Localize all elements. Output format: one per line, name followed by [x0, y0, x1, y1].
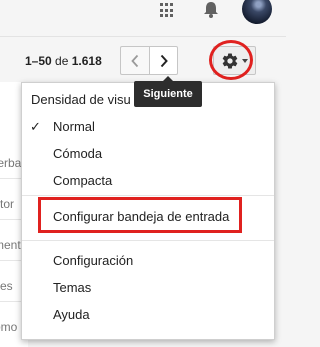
tooltip-label: Siguiente: [143, 88, 193, 100]
chevron-left-icon: [131, 54, 139, 67]
bell-icon[interactable]: [201, 0, 221, 20]
settings-menu: Densidad de visu ✓ Normal Cómoda Compact…: [21, 82, 275, 340]
page-range: 1–50: [25, 54, 52, 68]
annotation-circle: [209, 40, 253, 80]
menu-divider: [22, 240, 274, 241]
list-item: ves: [0, 279, 13, 293]
list-item: ment: [0, 238, 21, 252]
avatar[interactable]: [242, 0, 272, 24]
settings-item[interactable]: Configuración: [53, 253, 133, 268]
apps-grid-icon[interactable]: [160, 3, 175, 18]
density-option-comfortable[interactable]: Cómoda: [53, 146, 102, 161]
next-page-button[interactable]: [149, 46, 178, 75]
density-header: Densidad de visu: [31, 92, 131, 107]
list-item: ctor: [0, 197, 15, 211]
app-header: [0, 0, 286, 36]
list-item: omo: [0, 320, 18, 334]
page-of: de: [55, 54, 69, 68]
checkmark-icon: ✓: [30, 119, 41, 134]
annotation-box: [38, 197, 242, 233]
chevron-right-icon: [160, 54, 168, 67]
menu-divider: [22, 195, 274, 196]
list-item: terba: [0, 156, 22, 170]
themes-item[interactable]: Temas: [53, 280, 91, 295]
page-total: 1.618: [71, 54, 102, 68]
help-item[interactable]: Ayuda: [53, 307, 90, 322]
density-option-normal[interactable]: Normal: [53, 119, 95, 134]
older-page-button[interactable]: [120, 46, 149, 75]
next-tooltip: Siguiente: [134, 76, 202, 107]
density-option-compact[interactable]: Compacta: [53, 173, 112, 188]
pagination-info: 1–50 de 1.618: [25, 54, 102, 68]
